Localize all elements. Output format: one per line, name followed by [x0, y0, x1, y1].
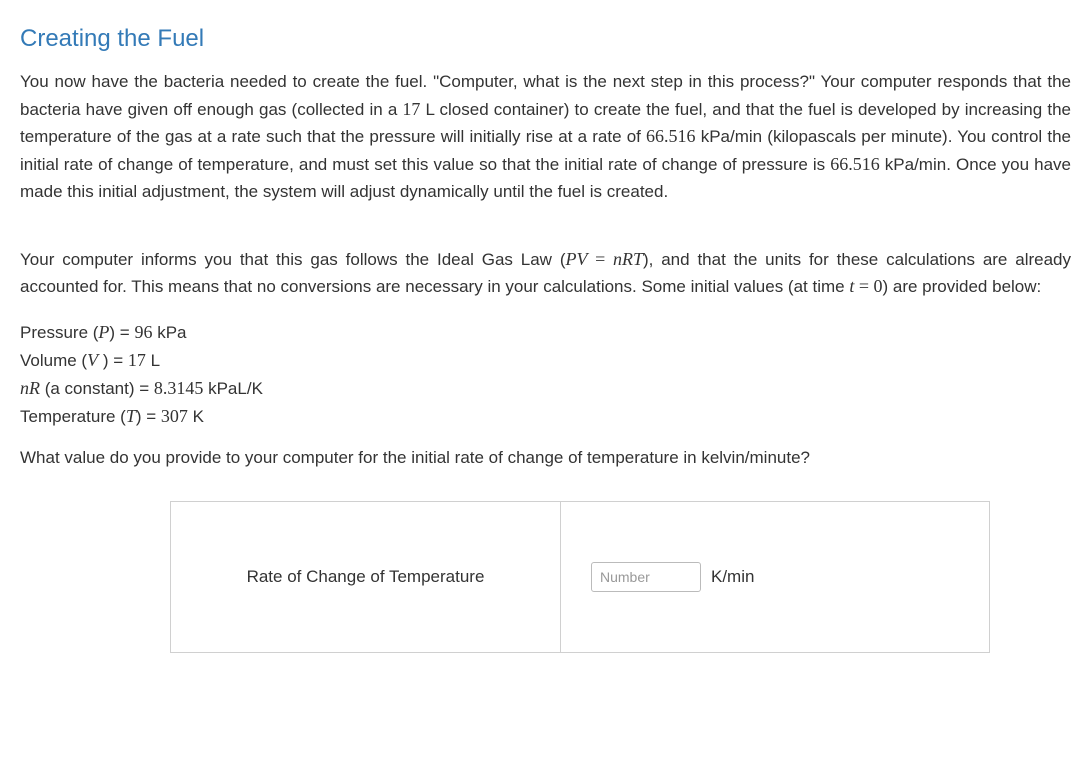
var-P: P — [98, 322, 109, 342]
answer-label-cell: Rate of Change of Temperature — [171, 502, 561, 652]
text-segment: Your computer informs you that this gas … — [20, 250, 566, 269]
label: ) = — [136, 407, 161, 426]
volume-value: 17 — [128, 350, 146, 370]
unit: L — [146, 351, 160, 370]
intro-paragraph: You now have the bacteria needed to crea… — [20, 69, 1071, 205]
var-T: T — [633, 249, 643, 269]
label: ) = — [98, 351, 128, 370]
volume-line: Volume (V ) = 17 L — [20, 347, 1071, 375]
pressure-value: 96 — [134, 322, 152, 342]
initial-values-list: Pressure (P) = 96 kPa Volume (V ) = 17 L… — [20, 319, 1071, 431]
answer-input-cell: K/min — [561, 502, 989, 652]
rate-value-2: 66.516 — [830, 154, 880, 174]
temperature-value: 307 — [161, 406, 188, 426]
answer-label: Rate of Change of Temperature — [247, 564, 485, 590]
question-text: What value do you provide to your comput… — [20, 445, 1071, 471]
temperature-rate-input[interactable] — [591, 562, 701, 592]
nR-value: 8.3145 — [154, 378, 204, 398]
unit: K — [188, 407, 204, 426]
temperature-line: Temperature (T) = 307 K — [20, 403, 1071, 431]
var-R: R — [29, 378, 40, 398]
label: Pressure ( — [20, 323, 98, 342]
label: Temperature ( — [20, 407, 126, 426]
rate-value-1: 66.516 — [646, 126, 696, 146]
unit: kPa — [152, 323, 186, 342]
t-zero: 0 — [874, 276, 883, 296]
equals-sign: = — [854, 276, 873, 296]
gas-law-paragraph: Your computer informs you that this gas … — [20, 246, 1071, 302]
var-P: P — [566, 249, 577, 269]
label: (a constant) = — [40, 379, 154, 398]
answer-box: Rate of Change of Temperature K/min — [170, 501, 990, 653]
var-n: n — [613, 249, 622, 269]
label: Volume ( — [20, 351, 87, 370]
volume-value: 17 — [402, 99, 420, 119]
pressure-line: Pressure (P) = 96 kPa — [20, 319, 1071, 347]
unit: kPaL/K — [203, 379, 263, 398]
var-V: V — [87, 350, 98, 370]
var-T: T — [126, 406, 136, 426]
answer-unit: K/min — [711, 564, 754, 590]
var-V: V — [577, 249, 588, 269]
page-title: Creating the Fuel — [20, 20, 1071, 57]
equals-sign: = — [588, 249, 613, 269]
var-n: n — [20, 378, 29, 398]
label: ) = — [109, 323, 134, 342]
text-segment: ) are provided below: — [883, 277, 1042, 296]
nR-line: nR (a constant) = 8.3145 kPaL/K — [20, 375, 1071, 403]
var-R: R — [622, 249, 633, 269]
